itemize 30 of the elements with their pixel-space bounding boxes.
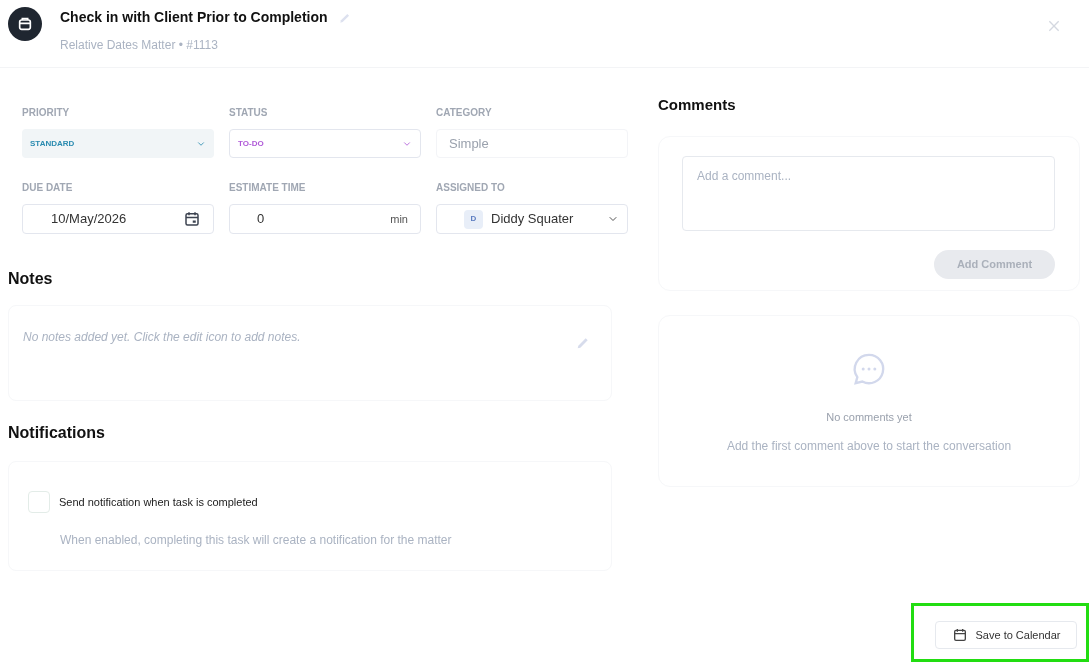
number-field[interactable]: 0 min xyxy=(229,204,421,234)
checkbox-label: Send notification when task is completed xyxy=(59,494,258,510)
assignee-dropdown[interactable]: D Diddy Squater xyxy=(436,204,628,234)
save-to-calendar-button[interactable]: Save to Calendar xyxy=(935,621,1077,649)
task-avatar-icon xyxy=(8,7,42,41)
checkbox[interactable] xyxy=(28,491,50,513)
field-label: ASSIGNED TO xyxy=(436,181,506,195)
section-heading: Notifications xyxy=(8,423,106,443)
task-subtitle: Relative Dates Matter • #1113 xyxy=(60,37,219,54)
close-button[interactable] xyxy=(1046,18,1062,34)
calendar-icon xyxy=(951,627,968,643)
dropdown[interactable]: STANDARD xyxy=(22,129,214,158)
field-label: STATUS xyxy=(229,106,269,120)
field-label: DUE DATE xyxy=(22,181,74,195)
notes-field[interactable]: No notes added yet. Click the edit icon to add notes. xyxy=(8,305,612,401)
date-field[interactable]: 10/May/2026 xyxy=(22,204,214,234)
section-heading: Comments xyxy=(658,95,737,115)
empty-title: No comments yet xyxy=(826,409,912,425)
text-field[interactable]: Simple xyxy=(436,129,628,158)
dropdown[interactable]: TO-DO xyxy=(229,129,421,158)
calendar-icon xyxy=(183,210,201,228)
field-label: PRIORITY xyxy=(22,106,71,120)
section-heading: Notes xyxy=(8,269,54,289)
field-label: CATEGORY xyxy=(436,106,493,120)
hint-text: When enabled, completing this task will create a notification for the matter xyxy=(60,532,453,549)
notes-placeholder: No notes added yet. Click the edit icon to add notes. xyxy=(23,329,301,346)
empty-text: Add the first comment above to start the conversation xyxy=(726,438,1012,455)
task-title: Check in with Client Prior to Completion xyxy=(60,8,328,27)
field-label: ESTIMATE TIME xyxy=(229,181,307,195)
comment-field[interactable]: Add a comment... xyxy=(682,155,1055,231)
